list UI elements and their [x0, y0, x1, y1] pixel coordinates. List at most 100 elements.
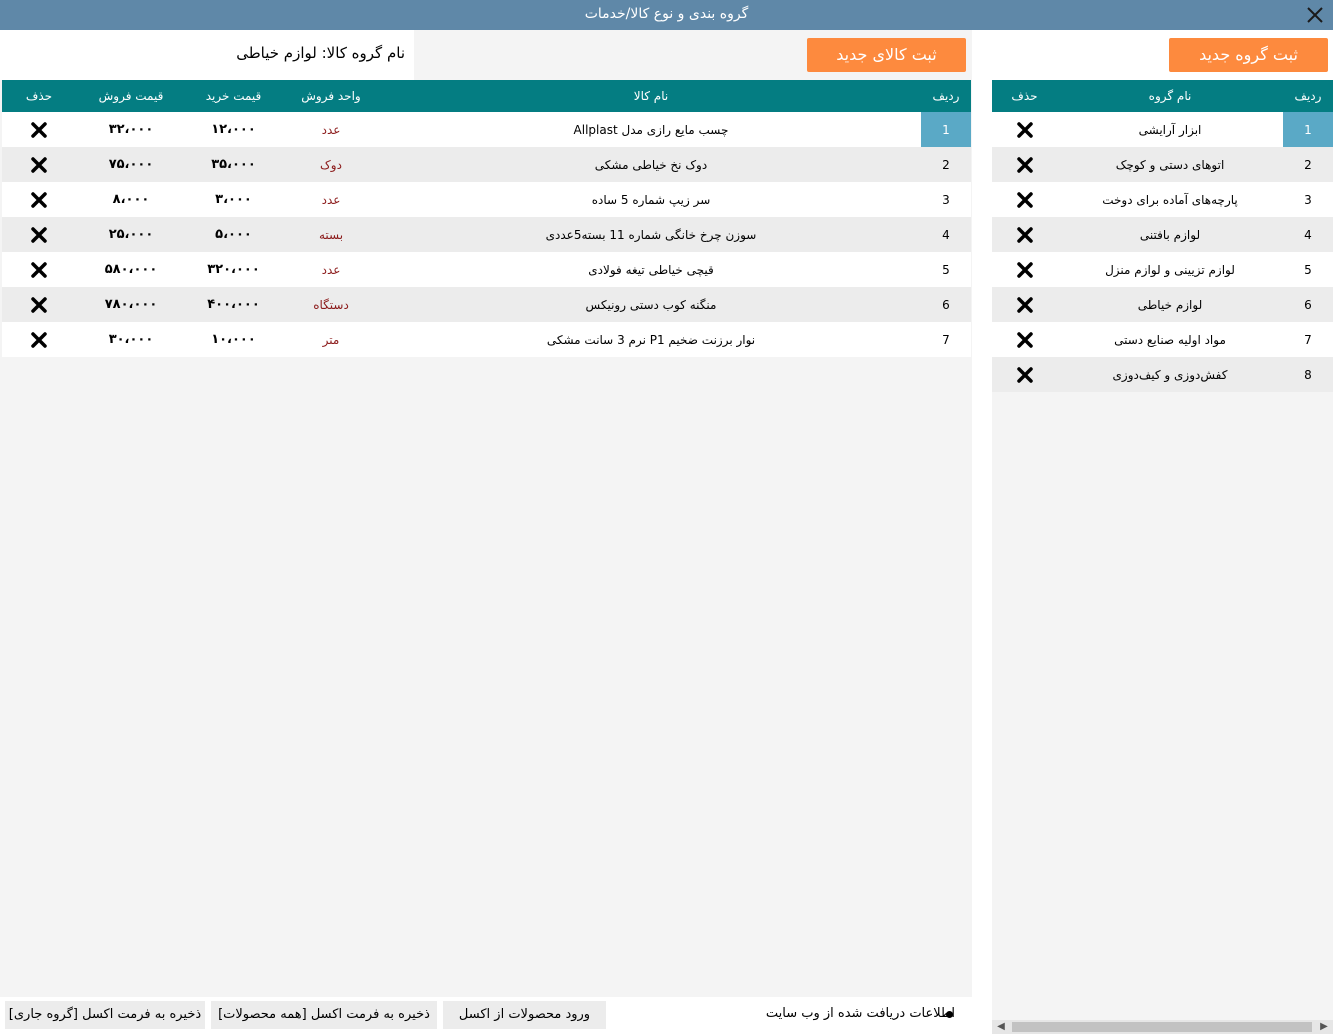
row-number: 3	[921, 182, 971, 217]
product-buy-price: ۳،۰۰۰	[186, 182, 281, 217]
product-sell-price: ۷۸۰،۰۰۰	[76, 287, 186, 322]
delete-icon[interactable]	[30, 226, 48, 244]
row-number: 5	[921, 252, 971, 287]
group-name: ابزار آرایشی	[1057, 112, 1283, 147]
table-row[interactable]: 5 قیچی خیاطی تیغه فولادی عدد ۳۲۰،۰۰۰ ۵۸۰…	[2, 252, 971, 287]
column-header-sell-price[interactable]: قیمت فروش	[76, 80, 186, 112]
column-header-delete[interactable]: حذف	[2, 80, 76, 112]
delete-cell	[2, 322, 76, 357]
row-number: 4	[921, 217, 971, 252]
scroll-left-icon[interactable]: ◀	[992, 1020, 1010, 1034]
delete-icon[interactable]	[1016, 366, 1034, 384]
groups-pane: ثبت گروه جدید ردیف نام گروه حذف 1 ابزار …	[992, 30, 1333, 1034]
table-row[interactable]: 4 سوزن چرخ خانگی شماره 11 بسته5عددی بسته…	[2, 217, 971, 252]
product-name: سوزن چرخ خانگی شماره 11 بسته5عددی	[381, 217, 921, 252]
table-row[interactable]: 6 منگنه کوب دستی رونیکس دستگاه ۴۰۰،۰۰۰ ۷…	[2, 287, 971, 322]
delete-icon[interactable]	[30, 156, 48, 174]
product-sell-price: ۳۰،۰۰۰	[76, 322, 186, 357]
product-unit: دوک	[281, 147, 381, 182]
horizontal-scrollbar[interactable]: ◀ ▶	[992, 1020, 1333, 1034]
new-group-button[interactable]: ثبت گروه جدید	[1169, 38, 1328, 72]
save-excel-all-products-button[interactable]: ذخیره به فرمت اکسل [همه محصولات]	[211, 1001, 437, 1029]
delete-cell	[2, 217, 76, 252]
delete-icon[interactable]	[30, 121, 48, 139]
delete-cell	[992, 287, 1057, 322]
product-sell-price: ۵۸۰،۰۰۰	[76, 252, 186, 287]
row-number: 8	[1283, 357, 1333, 392]
close-icon[interactable]	[1303, 3, 1327, 27]
new-product-button[interactable]: ثبت کالای جدید	[807, 38, 966, 72]
delete-icon[interactable]	[30, 331, 48, 349]
product-name: نوار برزنت ضخیم P1 نرم 3 سانت مشکی	[381, 322, 921, 357]
product-sell-price: ۳۲،۰۰۰	[76, 112, 186, 147]
list-item[interactable]: 7 مواد اولیه صنایع دستی	[992, 322, 1333, 357]
row-number: 7	[1283, 322, 1333, 357]
delete-icon[interactable]	[1016, 261, 1034, 279]
delete-icon[interactable]	[1016, 156, 1034, 174]
delete-cell	[2, 112, 76, 147]
row-number: 5	[1283, 252, 1333, 287]
delete-icon[interactable]	[1016, 226, 1034, 244]
column-header-group-name[interactable]: نام گروه	[1057, 80, 1283, 112]
save-excel-current-group-button[interactable]: ذخیره به فرمت اکسل [گروه جاری]	[5, 1001, 205, 1029]
row-number: 1	[921, 112, 971, 147]
groups-header: ثبت گروه جدید	[992, 30, 1333, 80]
group-name: لوازم خیاطی	[1057, 287, 1283, 322]
delete-cell	[2, 287, 76, 322]
delete-icon[interactable]	[1016, 121, 1034, 139]
delete-cell	[992, 322, 1057, 357]
list-item[interactable]: 8 کفش‌دوزی و کیف‌دوزی	[992, 357, 1333, 392]
delete-cell	[992, 217, 1057, 252]
products-table-header: ردیف نام کالا واحد فروش قیمت خرید قیمت ف…	[2, 80, 971, 112]
list-item[interactable]: 1 ابزار آرایشی	[992, 112, 1333, 147]
delete-icon[interactable]	[1016, 331, 1034, 349]
delete-cell	[992, 357, 1057, 392]
scrollbar-thumb[interactable]	[1012, 1022, 1312, 1032]
table-row[interactable]: 2 دوک نخ خیاطی مشکی دوک ۳۵،۰۰۰ ۷۵،۰۰۰	[2, 147, 971, 182]
group-name: اتوهای دستی و کوچک	[1057, 147, 1283, 182]
list-item[interactable]: 4 لوازم بافتنی	[992, 217, 1333, 252]
scroll-right-icon[interactable]: ▶	[1315, 1020, 1333, 1034]
delete-icon[interactable]	[30, 296, 48, 314]
row-number: 2	[921, 147, 971, 182]
column-header-buy-price[interactable]: قیمت خرید	[186, 80, 281, 112]
column-header-row[interactable]: ردیف	[921, 80, 971, 112]
product-unit: عدد	[281, 182, 381, 217]
delete-icon[interactable]	[30, 261, 48, 279]
table-row[interactable]: 1 چسب مایع رازی مدل Allplast عدد ۱۲،۰۰۰ …	[2, 112, 971, 147]
list-item[interactable]: 2 اتوهای دستی و کوچک	[992, 147, 1333, 182]
column-header-product-name[interactable]: نام کالا	[381, 80, 921, 112]
product-sell-price: ۸،۰۰۰	[76, 182, 186, 217]
delete-cell	[2, 252, 76, 287]
column-header-row[interactable]: ردیف	[1283, 80, 1333, 112]
delete-cell	[2, 182, 76, 217]
delete-cell	[992, 252, 1057, 287]
delete-icon[interactable]	[1016, 296, 1034, 314]
product-name: قیچی خیاطی تیغه فولادی	[381, 252, 921, 287]
table-row[interactable]: 3 سر زیپ شماره 5 ساده عدد ۳،۰۰۰ ۸،۰۰۰	[2, 182, 971, 217]
product-name: منگنه کوب دستی رونیکس	[381, 287, 921, 322]
row-number: 6	[921, 287, 971, 322]
list-item[interactable]: 3 پارچه‌های آماده برای دوخت	[992, 182, 1333, 217]
delete-icon[interactable]	[1016, 191, 1034, 209]
product-name: دوک نخ خیاطی مشکی	[381, 147, 921, 182]
list-item[interactable]: 5 لوازم تزیینی و لوازم منزل	[992, 252, 1333, 287]
delete-cell	[2, 147, 76, 182]
list-item[interactable]: 6 لوازم خیاطی	[992, 287, 1333, 322]
groups-table-header: ردیف نام گروه حذف	[992, 80, 1333, 112]
group-name: لوازم تزیینی و لوازم منزل	[1057, 252, 1283, 287]
table-row[interactable]: 7 نوار برزنت ضخیم P1 نرم 3 سانت مشکی متر…	[2, 322, 971, 357]
group-name: کفش‌دوزی و کیف‌دوزی	[1057, 357, 1283, 392]
column-header-delete[interactable]: حذف	[992, 80, 1057, 112]
website-info-label: اطلاعات دریافت شده از وب سایت	[765, 1006, 955, 1021]
column-header-unit[interactable]: واحد فروش	[281, 80, 381, 112]
delete-icon[interactable]	[30, 191, 48, 209]
product-unit: عدد	[281, 112, 381, 147]
row-number: 1	[1283, 112, 1333, 147]
product-name: چسب مایع رازی مدل Allplast	[381, 112, 921, 147]
delete-cell	[992, 147, 1057, 182]
window-title: گروه بندی و نوع کالا/خدمات	[584, 6, 749, 22]
import-excel-button[interactable]: ورود محصولات از اکسل	[443, 1001, 606, 1029]
row-number: 7	[921, 322, 971, 357]
product-unit: متر	[281, 322, 381, 357]
